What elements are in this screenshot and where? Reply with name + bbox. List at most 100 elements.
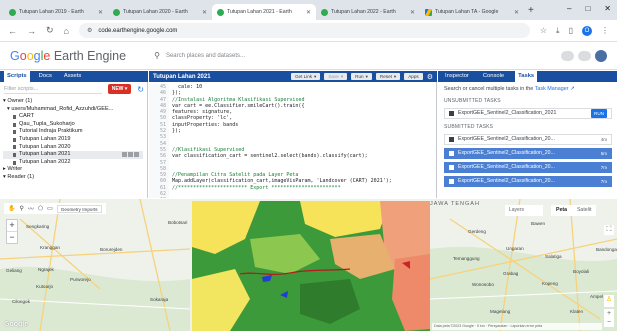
layers-button[interactable]: Layers: [505, 205, 543, 216]
back-arrow-icon[interactable]: ←: [8, 26, 17, 36]
browser-tab[interactable]: Tutupan Lahan TA - Google ✕: [420, 4, 524, 20]
address-bar-row: ← → ↻ ⌂ ⚙ code.earthengine.google.com ☆ …: [0, 20, 617, 42]
tab-docs[interactable]: Docs: [36, 71, 55, 82]
bookmark-star-icon[interactable]: ☆: [540, 26, 547, 35]
tree-script-item[interactable]: Tutupan Lahan 2020: [3, 144, 143, 152]
map-place-label: Ampel: [590, 294, 604, 299]
map-place-label: Ngrajek: [38, 267, 54, 272]
new-script-button[interactable]: NEW ▾: [107, 84, 132, 94]
submitted-task-completed[interactable]: ExportGEE_Sentinel2_Classification_20...…: [444, 162, 612, 173]
browser-tab[interactable]: Tutupan Lahan 2020 - Earth ✕: [108, 4, 212, 20]
close-window-icon[interactable]: ✕: [604, 4, 611, 13]
code-area[interactable]: 45 cale: 10 46}); 47//Instalasi Algoritma …: [149, 82, 437, 198]
reload-icon[interactable]: ↻: [46, 25, 54, 36]
map-place-label: Wonosobo: [472, 282, 494, 287]
tree-group-reader[interactable]: ▾ Reader (1): [3, 174, 143, 182]
polyline-icon[interactable]: 〰: [28, 204, 34, 213]
geometry-imports-button[interactable]: Geometry Imports: [56, 204, 102, 213]
download-icon[interactable]: ⤓: [556, 26, 560, 36]
delete-icon[interactable]: [134, 152, 139, 158]
tree-script-item[interactable]: Tutupan Lahan 2019: [3, 136, 143, 144]
export-task-icon: [449, 179, 454, 184]
account-avatar[interactable]: [595, 49, 607, 62]
code-text: //*********************** Export *******…: [172, 184, 341, 191]
tasks-intro: Search or cancel multiple tasks in the T…: [444, 86, 575, 92]
close-tab-icon[interactable]: ✕: [98, 9, 103, 16]
fullscreen-icon[interactable]: ⛶: [604, 225, 614, 235]
notifications-button[interactable]: [578, 50, 591, 61]
pegman-icon[interactable]: ♙: [604, 295, 614, 307]
map-zoom-out-icon[interactable]: −: [604, 318, 614, 327]
tab-tasks[interactable]: Tasks: [515, 71, 538, 82]
google-earth-engine-logo[interactable]: Google Earth Engine: [10, 49, 126, 63]
scripts-panel-tabs: Scripts Docs Assets: [0, 71, 148, 82]
share-icon[interactable]: [128, 152, 133, 158]
save-button[interactable]: Save ▾: [324, 73, 348, 80]
map-place-label: Cilongok: [12, 299, 30, 304]
task-status: 7m: [600, 179, 607, 184]
marker-icon[interactable]: ⚲: [19, 205, 23, 212]
refresh-icon[interactable]: ↻: [137, 85, 144, 94]
close-tab-icon[interactable]: ✕: [514, 9, 519, 16]
tab-scripts[interactable]: Scripts: [4, 71, 30, 82]
close-tab-icon[interactable]: ✕: [306, 9, 311, 16]
polygon-icon[interactable]: ⬠: [38, 205, 43, 212]
url-text: code.earthengine.google.com: [98, 27, 178, 34]
tree-repo[interactable]: ▾ users/Muhammad_Rofid_Azzuhdi/GEE...: [3, 106, 143, 114]
hand-pan-icon[interactable]: ✋: [8, 205, 15, 212]
zoom-in-button[interactable]: +: [7, 220, 17, 232]
tree-script-item[interactable]: CART: [3, 113, 143, 121]
close-tab-icon[interactable]: ✕: [202, 9, 207, 16]
map-type-satelit[interactable]: Satelit: [572, 205, 596, 216]
map-view[interactable]: ✋ ⚲ 〰 ⬠ ▭ Geometry Imports + − Layers Pe…: [0, 199, 617, 331]
zoom-out-button[interactable]: −: [7, 232, 17, 243]
minimize-icon[interactable]: –: [567, 4, 571, 13]
ee-header: Google Earth Engine ⚲ Search places and …: [0, 42, 617, 70]
forward-arrow-icon[interactable]: →: [27, 26, 36, 36]
submitted-task-completed[interactable]: ExportGEE_Sentinel2_Classification_20...…: [444, 176, 612, 187]
tab-console[interactable]: Console: [480, 71, 507, 82]
map-type-peta[interactable]: Peta: [551, 205, 572, 216]
browser-tab-active[interactable]: Tutupan Lahan 2021 - Earth ✕: [212, 4, 316, 20]
map-zoom-in-icon[interactable]: +: [604, 309, 614, 318]
new-tab-button[interactable]: +: [528, 4, 534, 20]
window-controls: – □ ✕: [567, 4, 611, 13]
map-canvas[interactable]: [0, 199, 617, 331]
tree-script-item[interactable]: Tutorial Indraja Praktikum: [3, 128, 143, 136]
browser-tab[interactable]: Tutupan Lahan 2019 - Earth ✕: [4, 4, 108, 20]
tree-script-item[interactable]: Tutupan Lahan 2022: [3, 159, 143, 167]
profile-avatar[interactable]: O: [582, 25, 592, 36]
task-manager-link[interactable]: Task Manager: [535, 86, 569, 92]
run-button[interactable]: Run ▾: [351, 73, 372, 80]
tree-script-item-selected[interactable]: Tutupan Lahan 2021: [3, 151, 143, 159]
settings-gear-icon[interactable]: ⚙: [427, 73, 433, 81]
unsubmitted-task[interactable]: ExportGEE_Sentinel2_Classification_2021 …: [444, 108, 612, 119]
site-info-icon[interactable]: ⚙: [87, 27, 92, 34]
map-place-label: Salatiga: [545, 254, 562, 259]
rectangle-icon[interactable]: ▭: [47, 205, 53, 212]
apps-button[interactable]: Apps: [404, 73, 423, 80]
get-link-button[interactable]: Get Link ▾: [290, 73, 321, 80]
url-field[interactable]: ⚙ code.earthengine.google.com: [78, 23, 530, 38]
rename-icon[interactable]: [122, 152, 127, 158]
tab-assets[interactable]: Assets: [61, 71, 84, 82]
submitted-task[interactable]: ExportGEE_Sentinel2_Classification_20...…: [444, 134, 612, 145]
filter-scripts-input[interactable]: Filter scripts...: [4, 84, 102, 94]
tab-inspector[interactable]: Inspector: [442, 71, 472, 82]
code-line[interactable]: 63: [149, 197, 437, 198]
tree-script-item[interactable]: Qau_Tupla_Sukoharjo: [3, 121, 143, 129]
browser-tab[interactable]: Tutupan Lahan 2022 - Earth ✕: [316, 4, 420, 20]
submitted-task-completed[interactable]: ExportGEE_Sentinel2_Classification_20...…: [444, 148, 612, 159]
run-task-button[interactable]: RUN: [591, 109, 607, 118]
help-button[interactable]: [561, 50, 574, 61]
tree-group-owner[interactable]: ▾ Owner (1): [3, 98, 143, 106]
home-icon[interactable]: ⌂: [64, 26, 69, 36]
maximize-icon[interactable]: □: [585, 4, 590, 13]
browser-menu-icon[interactable]: ⋮: [601, 26, 609, 35]
search-places-input[interactable]: ⚲ Search places and datasets...: [154, 47, 484, 65]
sidebar-icon[interactable]: ▯: [569, 26, 573, 35]
earth-engine-favicon-icon: [113, 8, 120, 16]
reset-button[interactable]: Reset ▾: [375, 73, 401, 80]
tree-group-writer[interactable]: ▸ Writer: [3, 166, 143, 174]
close-tab-icon[interactable]: ✕: [410, 9, 415, 16]
